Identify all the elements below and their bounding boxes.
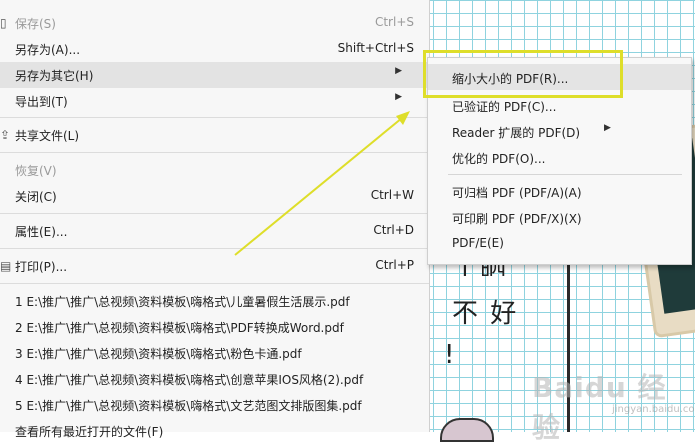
submenu-item-reader-extended-pdf[interactable]: Reader 扩展的 PDF(D) ▶ bbox=[428, 118, 691, 144]
watermark-url: jingyan.baidu.com bbox=[612, 404, 695, 415]
submenu-item-pdfa[interactable]: 可归档 PDF (PDF/A)(A) bbox=[428, 178, 691, 204]
recent-file-label: 1 E:\推广\推广\总视频\资料模板\嗨格式\儿童暑假生活展示.pdf bbox=[15, 295, 350, 309]
menu-item-revert[interactable]: 恢复(V) bbox=[0, 157, 429, 183]
menu-item-label: 导出到(T) bbox=[15, 95, 68, 109]
recent-file-item[interactable]: 3 E:\推广\推广\总视频\资料模板\嗨格式\粉色卡通.pdf bbox=[0, 340, 429, 366]
file-menu: ▯ 保存(S) Ctrl+S 另存为(A)... Shift+Ctrl+S 另存… bbox=[0, 0, 430, 439]
doc-text-line-3: ! bbox=[444, 340, 457, 370]
menu-item-properties[interactable]: 属性(E)... Ctrl+D bbox=[0, 218, 429, 244]
save-icon: ▯ bbox=[0, 16, 7, 30]
doc-decoration-shape bbox=[440, 418, 494, 442]
submenu-separator bbox=[448, 174, 682, 175]
recent-file-label: 4 E:\推广\推广\总视频\资料模板\嗨格式\创意苹果IOS风格(2).pdf bbox=[15, 373, 364, 387]
submenu-item-pdfx[interactable]: 可印刷 PDF (PDF/X)(X) bbox=[428, 204, 691, 230]
menu-item-label: 打印(P)... bbox=[15, 260, 68, 274]
share-icon: ⇪ bbox=[0, 128, 11, 142]
menu-item-label: 恢复(V) bbox=[15, 164, 57, 178]
menu-item-close[interactable]: 关闭(C) Ctrl+W bbox=[0, 183, 429, 209]
menu-item-label: 属性(E)... bbox=[15, 225, 68, 239]
shortcut-label: Shift+Ctrl+S bbox=[337, 41, 414, 55]
menu-separator bbox=[0, 283, 429, 284]
shortcut-label: Ctrl+W bbox=[370, 188, 414, 202]
menu-item-print[interactable]: ▤ 打印(P)... Ctrl+P bbox=[0, 253, 429, 279]
menu-item-export[interactable]: 导出到(T) ▶ bbox=[0, 88, 429, 114]
doc-text-line-2: 不 好 bbox=[452, 299, 519, 329]
menu-item-label: 共享文件(L) bbox=[15, 129, 80, 143]
menu-item-label: 另存为(A)... bbox=[15, 43, 81, 57]
shortcut-label: Ctrl+D bbox=[373, 223, 414, 237]
submenu-arrow-icon: ▶ bbox=[604, 123, 611, 133]
menu-item-label: 保存(S) bbox=[15, 17, 56, 31]
menu-item-view-all-recent[interactable]: 查看所有最近打开的文件(F) bbox=[0, 418, 429, 444]
shortcut-label: Ctrl+P bbox=[375, 258, 414, 272]
recent-file-item[interactable]: 5 E:\推广\推广\总视频\资料模板\嗨格式\文艺范图文排版图集.pdf bbox=[0, 392, 429, 418]
menu-item-save-as[interactable]: 另存为(A)... Shift+Ctrl+S bbox=[0, 36, 429, 62]
menu-item-label: 关闭(C) bbox=[15, 190, 57, 204]
menu-separator bbox=[0, 213, 429, 214]
submenu-item-label: 优化的 PDF(O)... bbox=[452, 152, 546, 166]
menu-separator bbox=[0, 152, 429, 153]
menu-separator bbox=[0, 117, 429, 118]
recent-file-label: 3 E:\推广\推广\总视频\资料模板\嗨格式\粉色卡通.pdf bbox=[15, 347, 302, 361]
shortcut-label: Ctrl+S bbox=[374, 15, 414, 29]
recent-file-label: 5 E:\推广\推广\总视频\资料模板\嗨格式\文艺范图文排版图集.pdf bbox=[15, 399, 362, 413]
printer-icon: ▤ bbox=[0, 259, 12, 273]
submenu-item-label: 已验证的 PDF(C)... bbox=[452, 100, 557, 114]
recent-file-item[interactable]: 2 E:\推广\推广\总视频\资料模板\嗨格式\PDF转换成Word.pdf bbox=[0, 314, 429, 340]
submenu-arrow-icon: ▶ bbox=[395, 66, 402, 76]
recent-file-label: 2 E:\推广\推广\总视频\资料模板\嗨格式\PDF转换成Word.pdf bbox=[15, 321, 344, 335]
menu-item-save[interactable]: ▯ 保存(S) Ctrl+S bbox=[0, 10, 429, 36]
recent-file-item[interactable]: 4 E:\推广\推广\总视频\资料模板\嗨格式\创意苹果IOS风格(2).pdf bbox=[0, 366, 429, 392]
menu-separator bbox=[0, 248, 429, 249]
menu-item-save-as-other[interactable]: 另存为其它(H) ▶ bbox=[0, 62, 429, 88]
submenu-item-pdfe[interactable]: PDF/E(E) bbox=[428, 230, 691, 256]
recent-file-item[interactable]: 1 E:\推广\推广\总视频\资料模板\嗨格式\儿童暑假生活展示.pdf bbox=[0, 288, 429, 314]
annotation-highlight-box bbox=[423, 50, 623, 98]
submenu-arrow-icon: ▶ bbox=[395, 92, 402, 102]
submenu-item-label: PDF/E(E) bbox=[452, 236, 504, 250]
submenu-item-label: 可归档 PDF (PDF/A)(A) bbox=[452, 186, 582, 200]
menu-item-share-file[interactable]: ⇪ 共享文件(L) bbox=[0, 122, 429, 148]
submenu-item-label: Reader 扩展的 PDF(D) bbox=[452, 126, 581, 140]
submenu-item-optimized-pdf[interactable]: 优化的 PDF(O)... bbox=[428, 144, 691, 170]
menu-item-label: 另存为其它(H) bbox=[15, 69, 94, 83]
submenu-item-label: 可印刷 PDF (PDF/X)(X) bbox=[452, 212, 582, 226]
